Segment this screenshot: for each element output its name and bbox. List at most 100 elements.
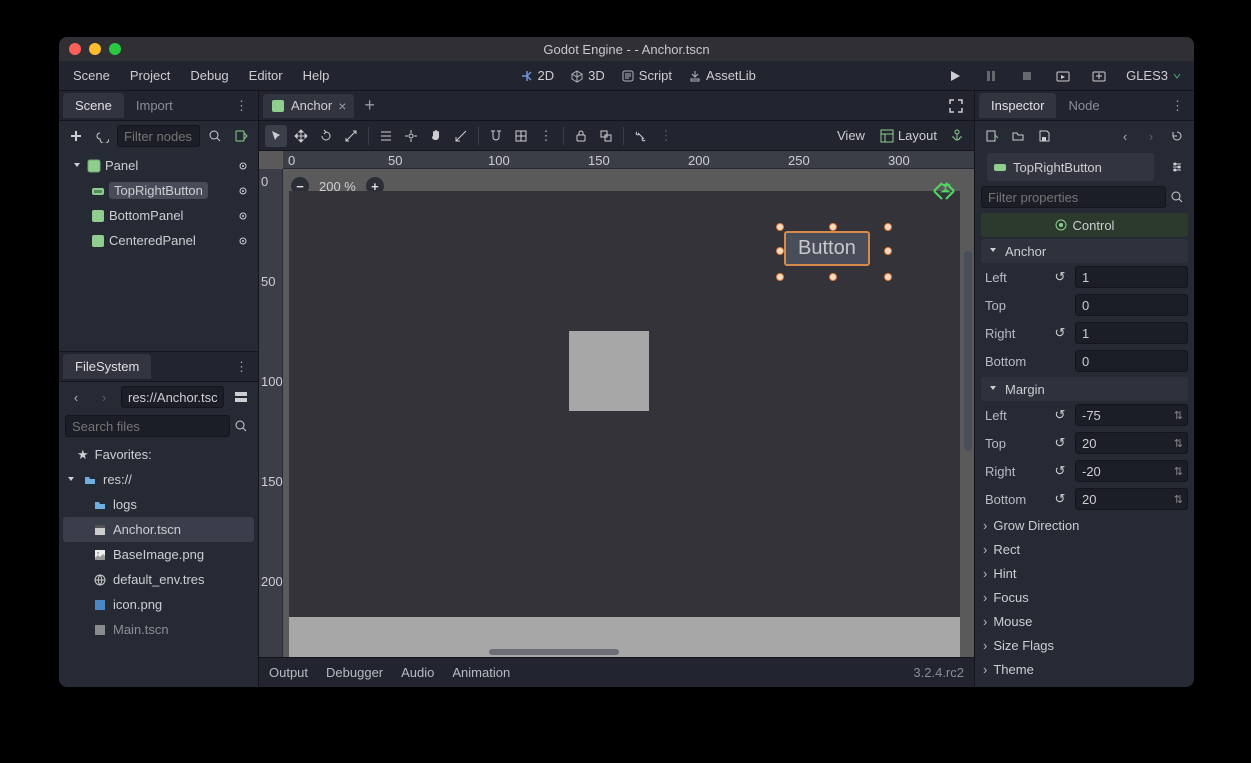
history-back-icon[interactable]: ‹ <box>1114 125 1136 147</box>
scale-tool-icon[interactable] <box>340 125 362 147</box>
bone-options-icon[interactable]: ⋮ <box>655 125 677 147</box>
node-tab[interactable]: Node <box>1056 93 1111 118</box>
bottom-panel-preview[interactable] <box>289 617 960 657</box>
attach-script-button[interactable] <box>230 125 252 147</box>
rect-section[interactable]: › Rect <box>975 537 1194 561</box>
fs-res-root[interactable]: res:// <box>63 467 254 492</box>
animation-tab[interactable]: Animation <box>452 665 510 680</box>
pivot-tool-icon[interactable] <box>400 125 422 147</box>
workspace-assetlib-button[interactable]: AssetLib <box>680 64 764 87</box>
resize-handle-w-icon[interactable] <box>776 247 784 255</box>
distraction-free-icon[interactable] <box>942 98 970 114</box>
size-flags-section[interactable]: › Size Flags <box>975 633 1194 657</box>
spinner-icon[interactable]: ⇅ <box>1174 493 1183 506</box>
nav-forward-button[interactable]: › <box>93 386 115 408</box>
resize-handle-nw-icon[interactable] <box>776 223 784 231</box>
margin-section-header[interactable]: Margin <box>981 377 1188 401</box>
debugger-tab[interactable]: Debugger <box>326 665 383 680</box>
instance-scene-button[interactable] <box>91 125 113 147</box>
menu-debug[interactable]: Debug <box>180 64 238 87</box>
resize-handle-se-icon[interactable] <box>884 273 892 281</box>
focus-section[interactable]: › Focus <box>975 585 1194 609</box>
grow-direction-section[interactable]: › Grow Direction <box>975 513 1194 537</box>
scene-node-toprightbutton[interactable]: TopRightButton <box>63 178 254 203</box>
list-select-icon[interactable] <box>375 125 397 147</box>
margin-right-input[interactable]: -20⇅ <box>1075 460 1188 482</box>
pan-tool-icon[interactable] <box>425 125 447 147</box>
mouse-section[interactable]: › Mouse <box>975 609 1194 633</box>
fs-folder-logs[interactable]: logs <box>63 492 254 517</box>
history-forward-icon[interactable]: › <box>1140 125 1162 147</box>
play-button[interactable] <box>944 65 966 87</box>
anchor-marker-icon[interactable] <box>930 177 958 205</box>
viewport-hscrollbar[interactable] <box>489 649 619 655</box>
add-scene-tab-button[interactable]: + <box>354 95 385 116</box>
group-icon[interactable] <box>595 125 617 147</box>
visibility-toggle-icon[interactable] <box>236 209 250 223</box>
scene-node-centeredpanel[interactable]: CenteredPanel <box>63 228 254 253</box>
toggle-split-icon[interactable] <box>230 386 252 408</box>
spinner-icon[interactable]: ⇅ <box>1174 465 1183 478</box>
resize-handle-n-icon[interactable] <box>829 223 837 231</box>
custom-styles-section[interactable]: › Custom Styles <box>975 681 1194 687</box>
filesystem-search-input[interactable] <box>65 415 230 437</box>
fs-file-main[interactable]: Main.tscn <box>63 617 254 642</box>
selected-button-node[interactable]: Button <box>784 231 870 266</box>
inspected-node-name[interactable]: TopRightButton <box>987 153 1154 181</box>
margin-left-input[interactable]: -75⇅ <box>1075 404 1188 426</box>
fs-file-defaultenv[interactable]: default_env.tres <box>63 567 254 592</box>
inspector-filter-input[interactable] <box>981 186 1166 208</box>
dock-menu-icon[interactable]: ⋮ <box>229 98 254 114</box>
resize-handle-e-icon[interactable] <box>884 247 892 255</box>
control-class-header[interactable]: Control <box>981 213 1188 237</box>
reset-icon[interactable]: ↺ <box>1051 463 1069 479</box>
filesystem-path-input[interactable] <box>121 386 224 408</box>
renderer-selector[interactable]: GLES3 <box>1118 68 1190 83</box>
scene-node-bottompanel[interactable]: BottomPanel <box>63 203 254 228</box>
snap-toggle-icon[interactable] <box>485 125 507 147</box>
margin-top-input[interactable]: 20⇅ <box>1075 432 1188 454</box>
visibility-toggle-icon[interactable] <box>236 184 250 198</box>
stop-button[interactable] <box>1016 65 1038 87</box>
viewport-2d[interactable]: 0 50 100 150 200 250 300 0 50 100 150 20… <box>259 151 974 657</box>
search-icon[interactable] <box>204 125 226 147</box>
search-icon[interactable] <box>230 415 252 437</box>
theme-section[interactable]: › Theme <box>975 657 1194 681</box>
menu-scene[interactable]: Scene <box>63 64 120 87</box>
bone-icon[interactable] <box>630 125 652 147</box>
rotate-tool-icon[interactable] <box>315 125 337 147</box>
reset-icon[interactable]: ↺ <box>1051 269 1069 285</box>
anchor-top-input[interactable]: 0 <box>1075 294 1188 316</box>
scene-tab[interactable]: Scene <box>63 93 124 118</box>
centered-panel-preview[interactable] <box>569 331 649 411</box>
inspector-tab[interactable]: Inspector <box>979 93 1056 118</box>
open-scene-tab[interactable]: Anchor × <box>263 94 354 118</box>
search-icon[interactable] <box>1166 186 1188 208</box>
reset-icon[interactable]: ↺ <box>1051 407 1069 423</box>
resize-handle-s-icon[interactable] <box>829 273 837 281</box>
dock-menu-icon[interactable]: ⋮ <box>229 359 254 375</box>
save-resource-icon[interactable] <box>1033 125 1055 147</box>
new-resource-icon[interactable] <box>981 125 1003 147</box>
menu-project[interactable]: Project <box>120 64 180 87</box>
fs-file-iconpng[interactable]: icon.png <box>63 592 254 617</box>
close-tab-icon[interactable]: × <box>338 98 346 114</box>
scene-node-panel[interactable]: Panel <box>63 153 254 178</box>
menu-help[interactable]: Help <box>293 64 340 87</box>
view-menu-button[interactable]: View <box>831 125 871 147</box>
filesystem-tab[interactable]: FileSystem <box>63 354 151 379</box>
spinner-icon[interactable]: ⇅ <box>1174 437 1183 450</box>
fs-file-baseimage[interactable]: BaseImage.png <box>63 542 254 567</box>
anchor-section-header[interactable]: Anchor <box>981 239 1188 263</box>
scene-filter-input[interactable] <box>117 125 200 147</box>
reset-icon[interactable]: ↺ <box>1051 325 1069 341</box>
anchor-bottom-input[interactable]: 0 <box>1075 350 1188 372</box>
reset-icon[interactable]: ↺ <box>1051 491 1069 507</box>
reset-icon[interactable]: ↺ <box>1051 435 1069 451</box>
visibility-toggle-icon[interactable] <box>236 234 250 248</box>
pause-button[interactable] <box>980 65 1002 87</box>
resize-handle-sw-icon[interactable] <box>776 273 784 281</box>
move-tool-icon[interactable] <box>290 125 312 147</box>
margin-bottom-input[interactable]: 20⇅ <box>1075 488 1188 510</box>
menu-editor[interactable]: Editor <box>239 64 293 87</box>
